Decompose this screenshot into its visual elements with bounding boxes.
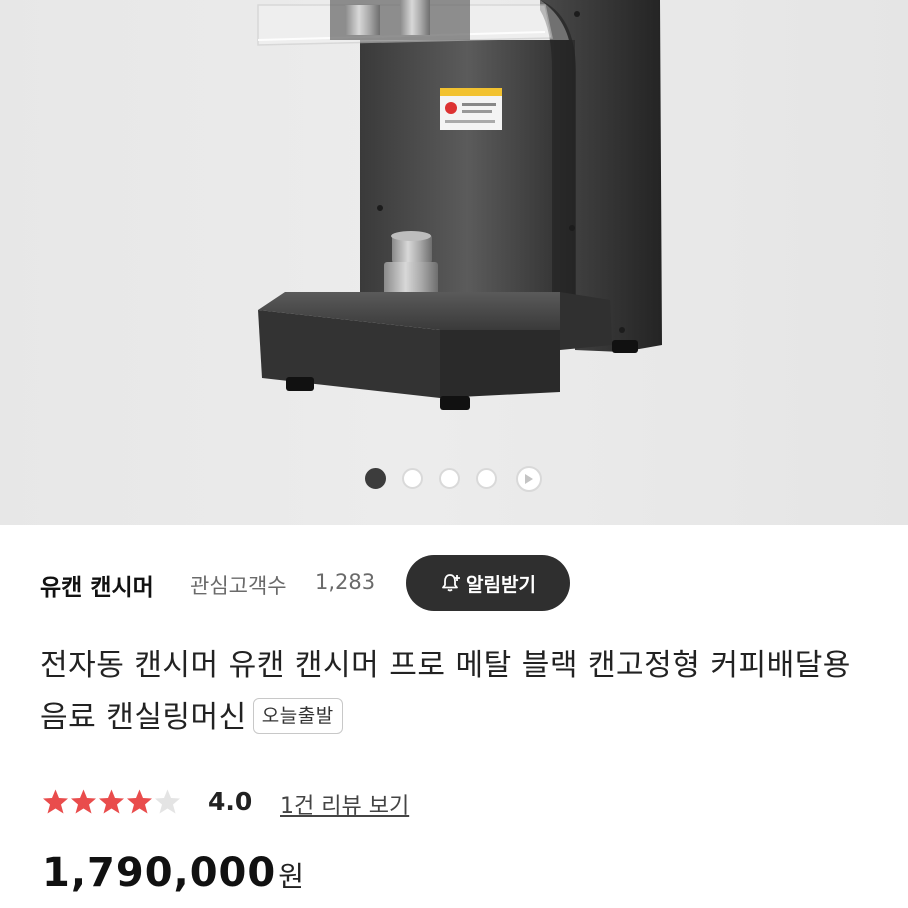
gallery-play-button[interactable] xyxy=(516,466,542,492)
star-filled-icon xyxy=(99,789,124,814)
shop-name[interactable]: 유캔 캔시머 xyxy=(40,568,154,602)
product-photo-can-seamer xyxy=(257,0,662,410)
star-filled-icon xyxy=(127,789,152,814)
gallery-dot-4[interactable] xyxy=(476,468,497,489)
shop-info-row: 유캔 캔시머 관심고객수 1,283 알림받기 xyxy=(40,555,870,611)
play-icon xyxy=(525,474,533,484)
star-filled-icon xyxy=(43,789,68,814)
gallery-pagination xyxy=(0,466,908,492)
rating-row: 4.0 1건 리뷰 보기 xyxy=(42,783,842,823)
alarm-button-label: 알림받기 xyxy=(466,573,536,596)
favorites-count: 1,283 xyxy=(315,570,376,594)
gallery-dot-2[interactable] xyxy=(402,468,423,489)
product-image-gallery[interactable] xyxy=(0,0,908,525)
favorites-label: 관심고객수 xyxy=(190,574,287,598)
price-unit: 원 xyxy=(278,860,304,893)
same-day-shipping-badge: 오늘출발 xyxy=(252,697,343,734)
star-empty-icon xyxy=(155,789,180,814)
review-link[interactable]: 1건 리뷰 보기 xyxy=(280,788,409,820)
product-title: 전자동 캔시머 유캔 캔시머 프로 메탈 블랙 캔고정형 커피배달용 음료 캔실… xyxy=(40,648,851,735)
star-filled-icon xyxy=(71,789,96,814)
gallery-dot-3[interactable] xyxy=(439,468,460,489)
rating-stars xyxy=(42,788,182,815)
alarm-subscribe-button[interactable]: 알림받기 xyxy=(406,555,570,611)
price-row: 1,790,000원 xyxy=(42,850,642,906)
price-amount: 1,790,000 xyxy=(42,850,277,896)
product-title-block: 전자동 캔시머 유캔 캔시머 프로 메탈 블랙 캔고정형 커피배달용 음료 캔실… xyxy=(40,640,870,744)
bell-plus-icon xyxy=(440,572,462,594)
rating-value: 4.0 xyxy=(208,787,253,816)
gallery-dot-1[interactable] xyxy=(365,468,386,489)
